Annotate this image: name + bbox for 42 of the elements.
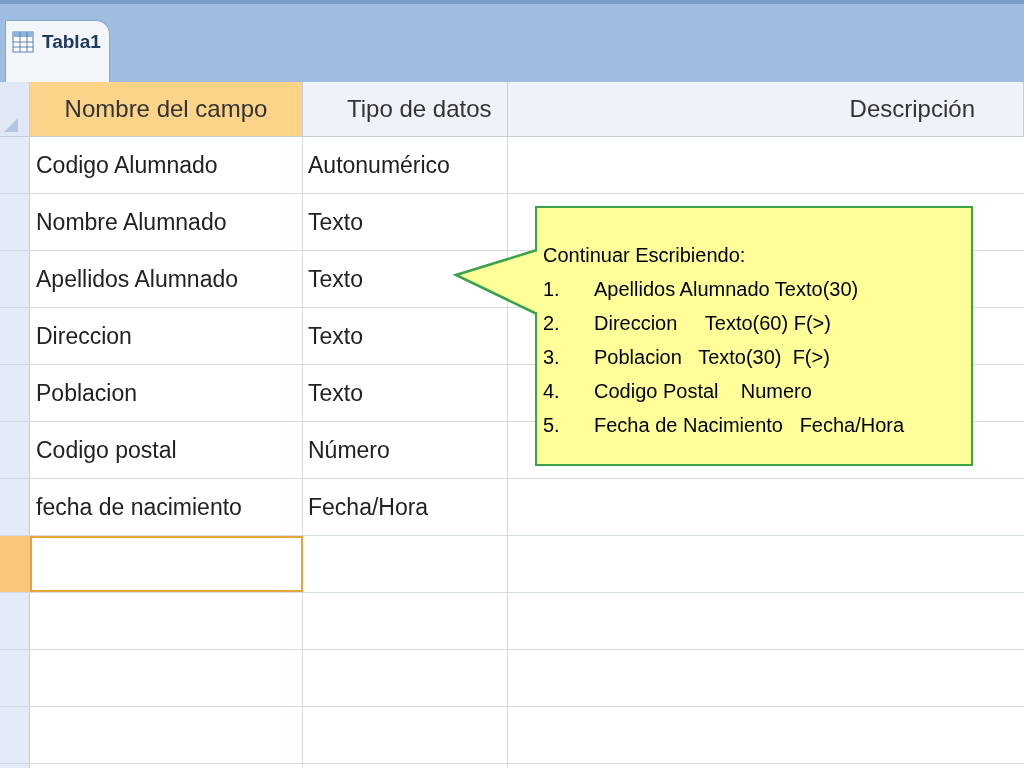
field-name-cell[interactable]: Apellidos Alumnado xyxy=(30,251,303,307)
field-name-cell[interactable]: Codigo postal xyxy=(30,422,303,478)
data-type-cell[interactable]: Texto xyxy=(303,194,508,250)
callout-title: Continuar Escribiendo: xyxy=(543,243,747,268)
list-number: 4. xyxy=(543,379,561,404)
row-selector[interactable] xyxy=(0,308,30,364)
field-name-cell[interactable]: Poblacion xyxy=(30,365,303,421)
row-selector[interactable] xyxy=(0,137,30,193)
list-item: Poblacion Texto(30) F(>) xyxy=(594,345,830,370)
list-number: 2. xyxy=(543,311,561,336)
list-item: Codigo Postal Numero xyxy=(594,379,812,404)
field-name-cell[interactable]: Nombre Alumnado xyxy=(30,194,303,250)
row-selector[interactable] xyxy=(0,593,30,649)
row-selector[interactable] xyxy=(0,251,30,307)
column-header[interactable]: Nombre del campo xyxy=(30,82,303,136)
list-number: 3. xyxy=(543,345,561,370)
data-type-cell[interactable]: Texto xyxy=(303,308,508,364)
list-number: 5. xyxy=(543,413,561,438)
row-selector[interactable] xyxy=(0,479,30,535)
column-header[interactable]: Descripción xyxy=(508,82,1024,136)
row-selector[interactable] xyxy=(0,422,30,478)
column-header[interactable]: Tipo de datos xyxy=(303,82,508,136)
data-type-cell[interactable]: Autonumérico xyxy=(303,137,508,193)
data-type-cell[interactable]: Número xyxy=(303,422,508,478)
row-selector[interactable] xyxy=(0,536,30,592)
list-item: Direccion Texto(60) F(>) xyxy=(594,311,831,336)
row-selector[interactable] xyxy=(0,365,30,421)
list-item: Apellidos Alumnado Texto(30) xyxy=(594,277,859,302)
document-tab[interactable]: Tabla1 xyxy=(5,20,110,82)
row-selector[interactable] xyxy=(0,707,30,763)
data-type-cell[interactable]: Texto xyxy=(303,365,508,421)
list-number: 1. xyxy=(543,277,561,302)
field-name-cell[interactable]: fecha de nacimiento xyxy=(30,479,303,535)
row-selector[interactable] xyxy=(0,650,30,706)
field-name-cell[interactable]: Codigo Alumnado xyxy=(30,137,303,193)
data-type-cell[interactable]: Fecha/Hora xyxy=(303,479,508,535)
list-item: Fecha de Nacimiento Fecha/Hora xyxy=(594,413,905,438)
select-all-corner[interactable] xyxy=(0,82,30,136)
table-icon xyxy=(12,31,34,53)
field-name-cell[interactable]: Direccion xyxy=(30,308,303,364)
row-selector[interactable] xyxy=(0,194,30,250)
field-name-input[interactable] xyxy=(30,536,303,592)
